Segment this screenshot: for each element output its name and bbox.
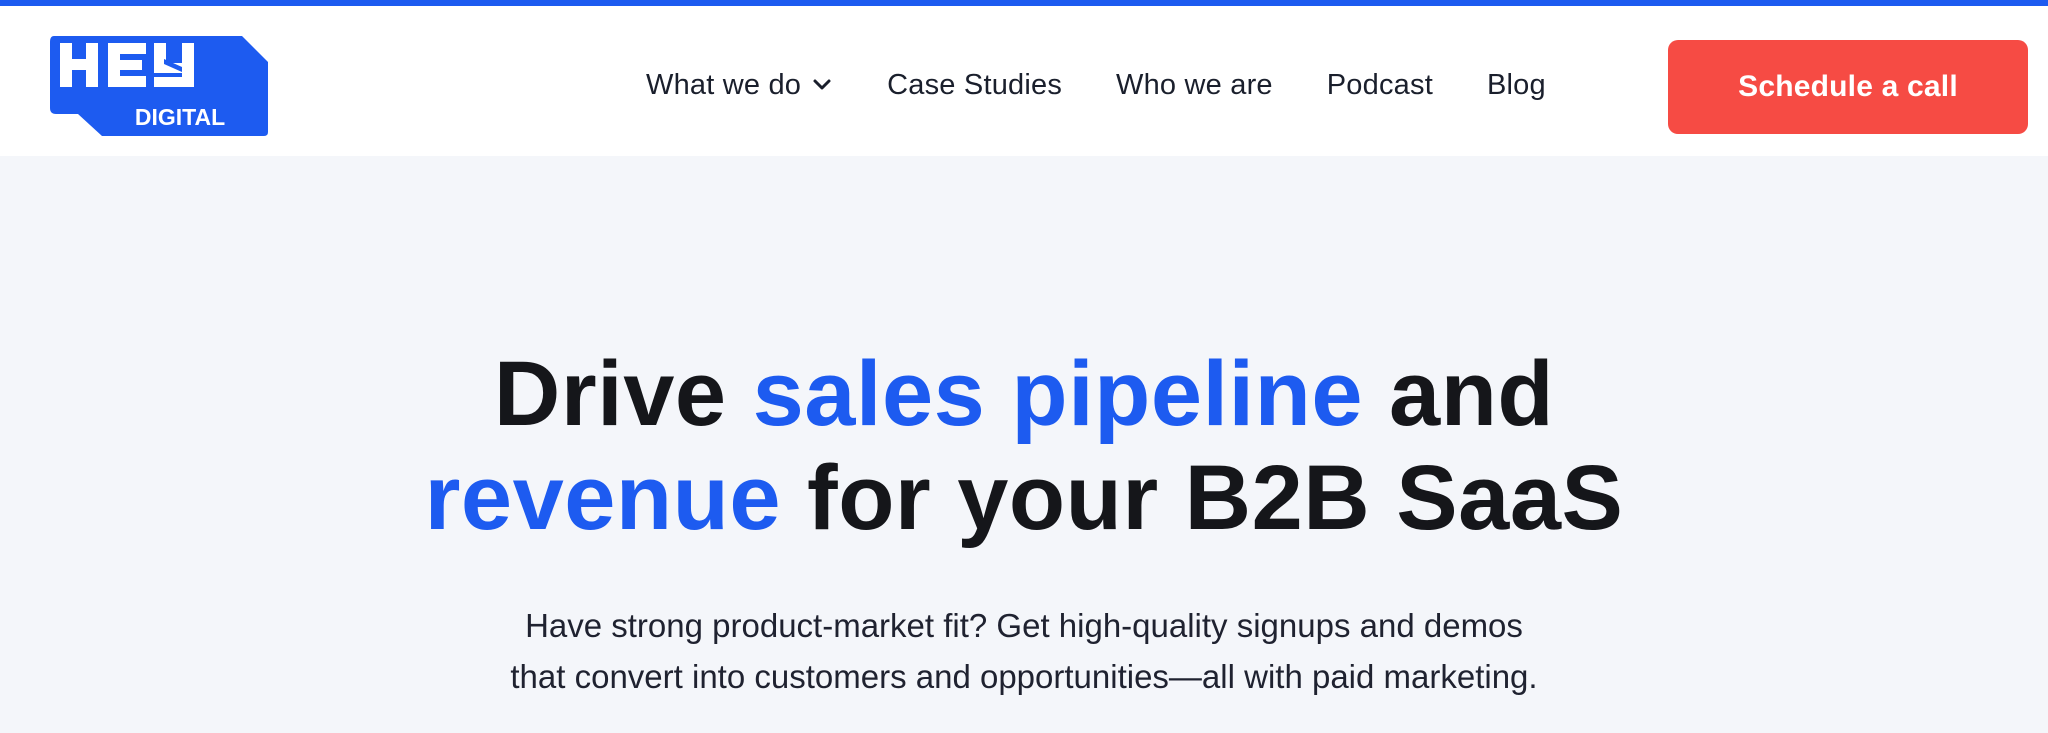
nav-item-blog[interactable]: Blog (1487, 69, 1546, 102)
chevron-down-icon[interactable] (811, 74, 833, 96)
subtext-line-1: Have strong product-market fit? Get high… (525, 607, 1523, 644)
nav-item-label: What we do (646, 68, 802, 101)
headline-highlight-revenue: revenue (424, 447, 781, 549)
headline-text: Drive (493, 343, 753, 445)
hero-subtext: Have strong product-market fit? Get high… (0, 600, 2048, 702)
nav-item-label: Who we are (1116, 68, 1273, 101)
nav-item-who-we-are[interactable]: Who we are (1116, 69, 1273, 102)
headline-text: for your B2B SaaS (781, 447, 1624, 549)
nav-item-podcast[interactable]: Podcast (1327, 69, 1433, 102)
hey-digital-logo[interactable]: DIGITAL (46, 32, 272, 138)
page: DIGITAL What we do Case Studies Who we a… (0, 0, 2048, 733)
logo-subtext: DIGITAL (135, 104, 225, 130)
headline-highlight-sales-pipeline: sales pipeline (752, 343, 1363, 445)
logo-mark: DIGITAL (50, 36, 268, 136)
schedule-call-button[interactable]: Schedule a call (1668, 40, 2028, 134)
nav-item-label: Blog (1486, 68, 1546, 101)
hero-section: Drive sales pipeline and revenue for you… (0, 156, 2048, 733)
nav-item-case-studies[interactable]: Case Studies (887, 69, 1062, 102)
subtext-line-2: that convert into customers and opportun… (510, 658, 1538, 695)
site-header: DIGITAL What we do Case Studies Who we a… (0, 6, 2048, 156)
nav-item-label: Case Studies (887, 68, 1063, 101)
hero-headline: Drive sales pipeline and revenue for you… (0, 342, 2048, 550)
nav-item-label: Podcast (1326, 68, 1433, 101)
nav-item-what-we-do[interactable]: What we do (646, 69, 833, 102)
main-nav: What we do Case Studies Who we are Podca… (646, 62, 1546, 108)
headline-text: and (1362, 343, 1555, 445)
